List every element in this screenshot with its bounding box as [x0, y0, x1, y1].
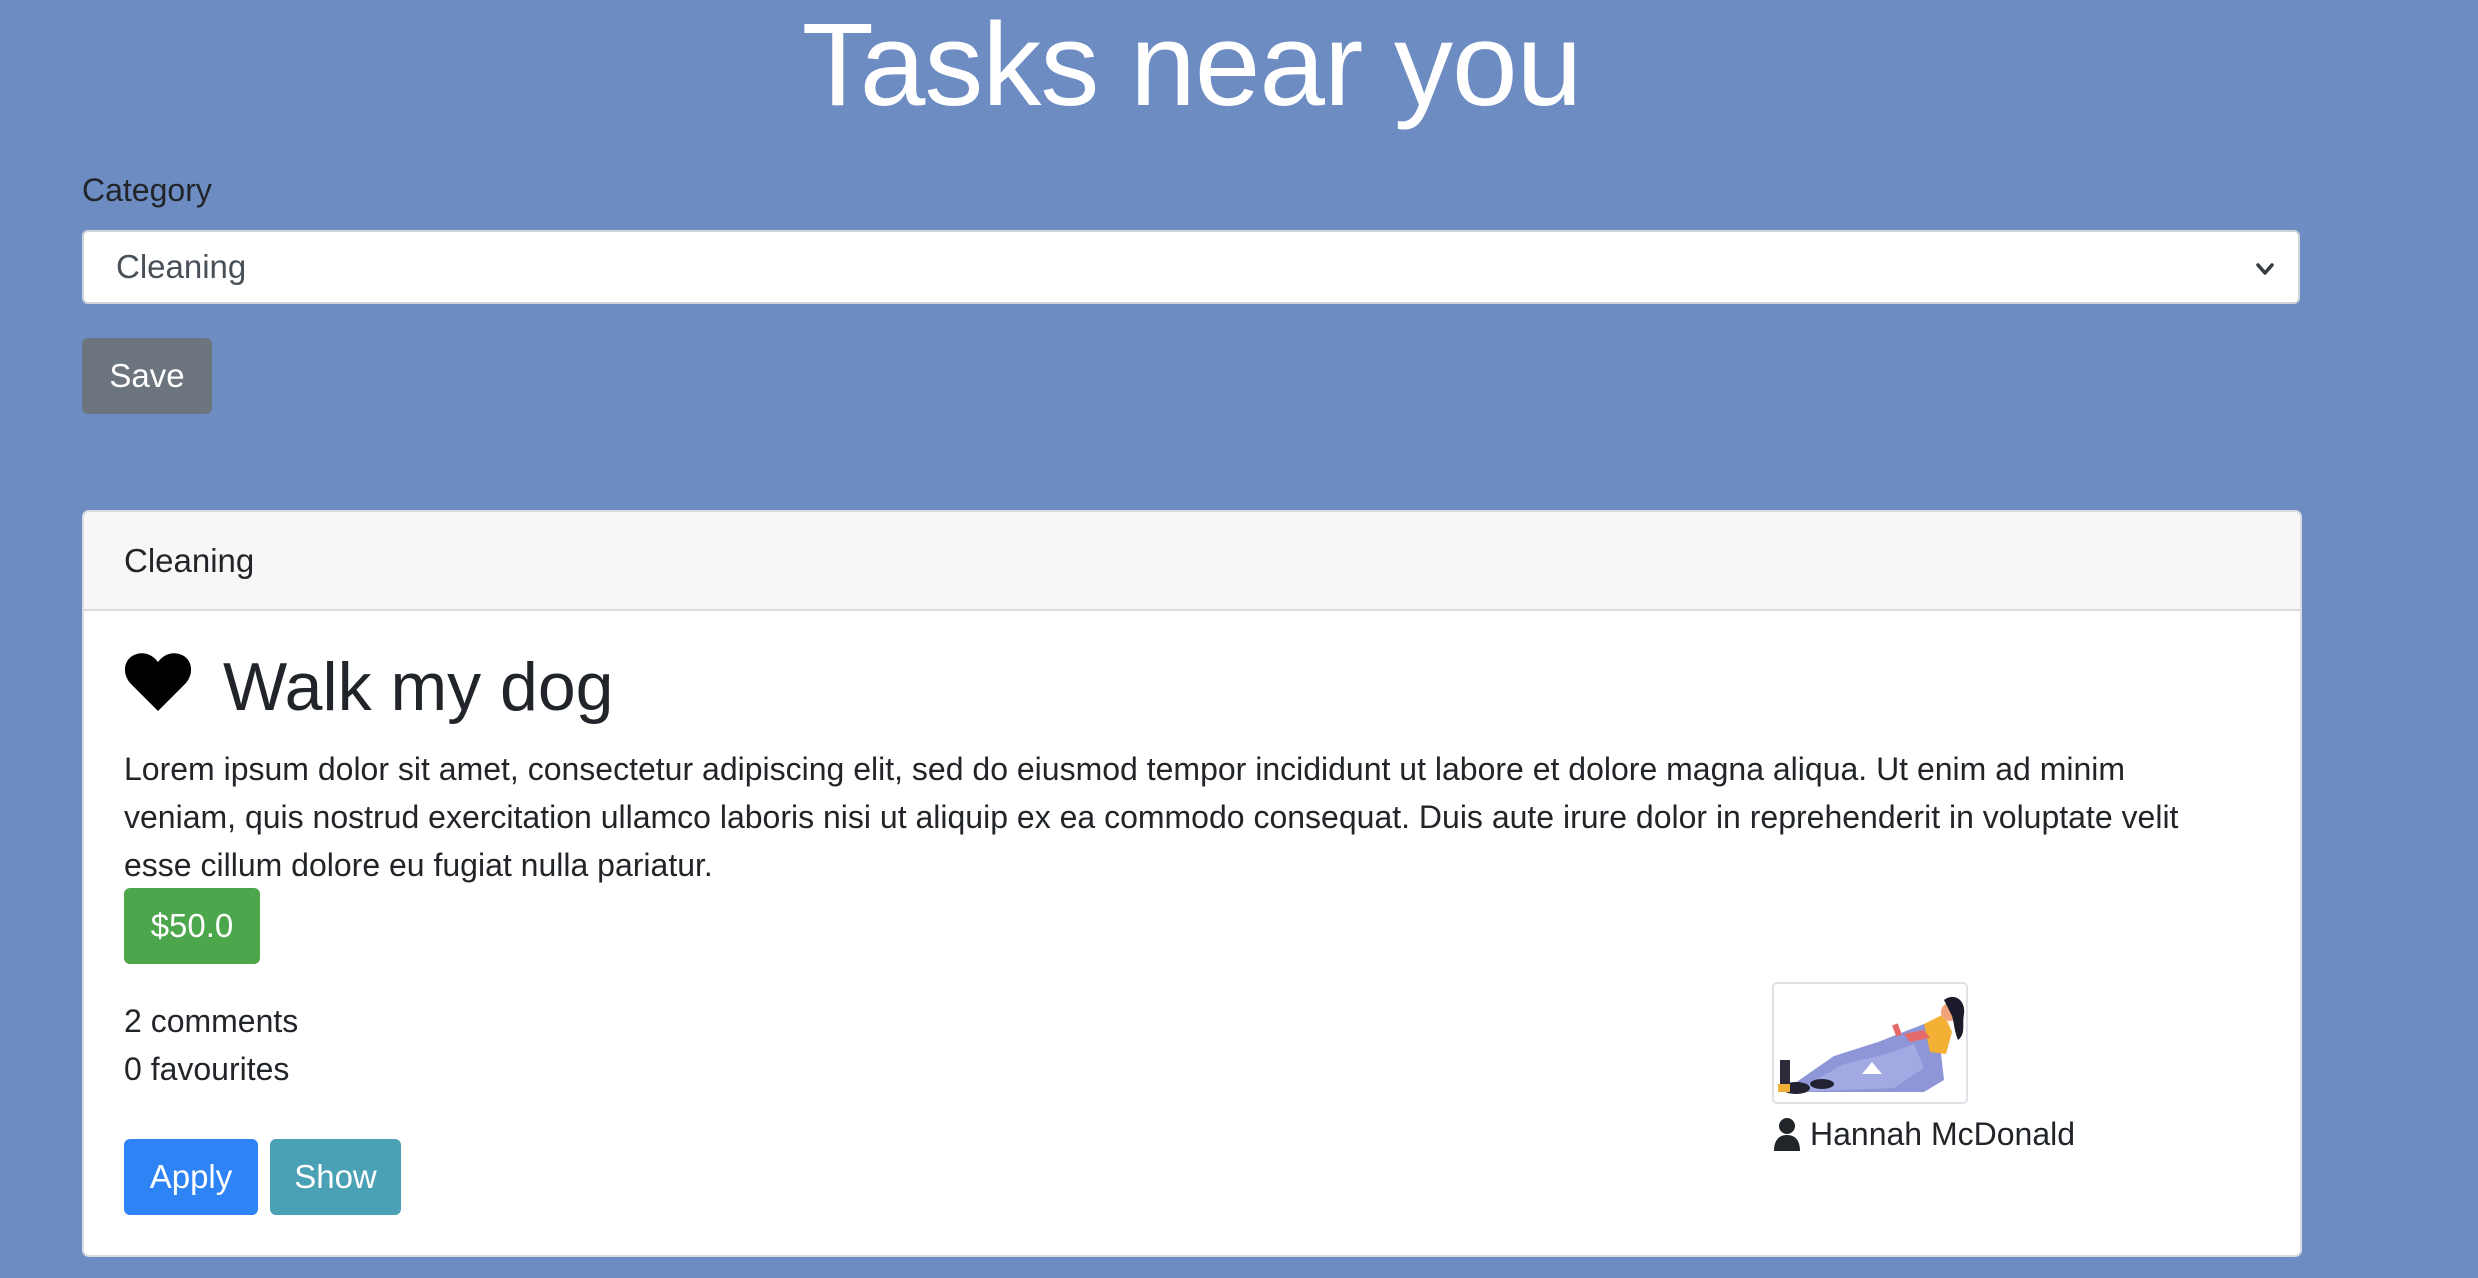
show-button[interactable]: Show — [270, 1139, 401, 1215]
task-card: Cleaning Walk my dog Lorem ipsum dolor s… — [82, 510, 2302, 1257]
author-avatar — [1772, 982, 1968, 1104]
category-select[interactable]: Cleaning — [82, 230, 2300, 304]
heart-icon[interactable] — [124, 651, 192, 713]
category-select-value: Cleaning — [116, 248, 247, 285]
comments-count: 2 comments — [124, 1003, 299, 1039]
author-name[interactable]: Hannah McDonald — [1810, 1110, 2075, 1158]
page-title: Tasks near you — [801, 0, 1583, 131]
card-header-category: Cleaning — [124, 541, 255, 579]
avatar-illustration — [1774, 984, 1966, 1102]
user-icon — [1774, 1118, 1800, 1151]
task-description: Lorem ipsum dolor sit amet, consectetur … — [124, 751, 2179, 883]
favourites-count: 0 favourites — [124, 1051, 290, 1087]
category-label: Category — [82, 172, 212, 208]
task-title: Walk my dog — [223, 649, 614, 725]
chevron-down-icon — [2256, 263, 2274, 275]
save-button[interactable]: Save — [82, 338, 212, 414]
price-badge: $50.0 — [124, 888, 260, 964]
card-header: Cleaning — [84, 512, 2300, 611]
apply-button[interactable]: Apply — [124, 1139, 258, 1215]
author-info: Hannah McDonald — [1772, 1110, 2075, 1158]
